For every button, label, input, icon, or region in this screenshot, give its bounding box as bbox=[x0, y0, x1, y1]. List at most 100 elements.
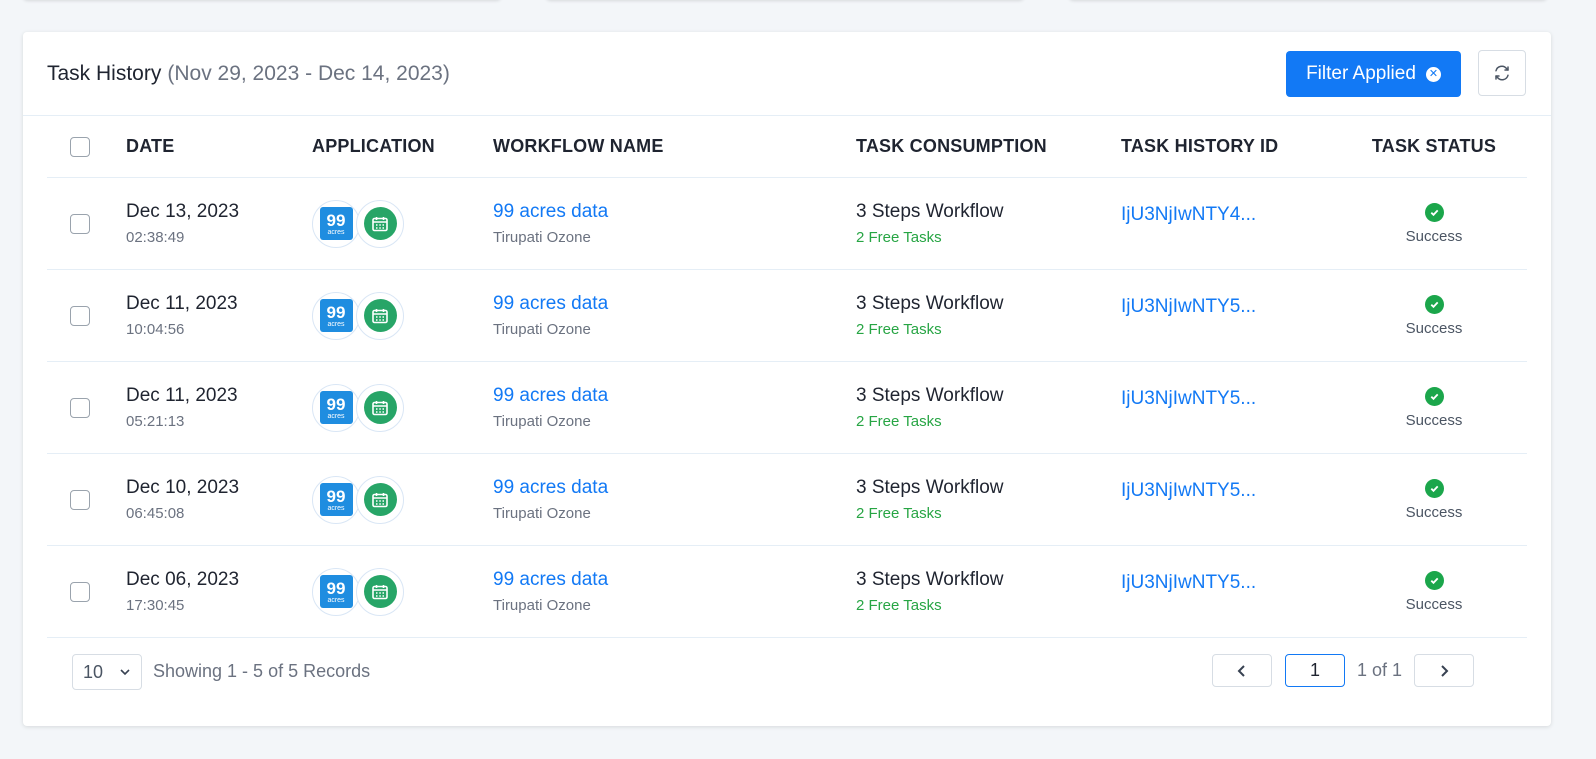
row-date: Dec 11, 2023 bbox=[126, 293, 238, 314]
next-page-button[interactable] bbox=[1414, 654, 1474, 687]
status-badge: Success bbox=[1405, 411, 1463, 429]
application-cell: 99 acres bbox=[312, 475, 493, 524]
success-check-icon bbox=[1424, 294, 1444, 314]
app-icon-99acres: 99 acres bbox=[312, 567, 360, 616]
workflow-subtitle: Tirupati Ozone bbox=[493, 505, 591, 522]
table-row[interactable]: Dec 10, 2023 06:45:08 99 acres 99 acres … bbox=[47, 454, 1527, 546]
date-cell: Dec 11, 2023 10:04:56 bbox=[126, 293, 312, 338]
table-row[interactable]: Dec 11, 2023 05:21:13 99 acres 99 acres … bbox=[47, 362, 1527, 454]
workflow-name-link[interactable]: 99 acres data bbox=[493, 293, 856, 315]
page-size-select[interactable]: 10 bbox=[72, 654, 142, 690]
task-history-id-link[interactable]: IjU3NjIwNTY5... bbox=[1121, 480, 1341, 502]
app-icon-99acres-text: acres bbox=[327, 412, 345, 420]
app-icon-99acres-text: acres bbox=[327, 228, 345, 236]
column-task-consumption[interactable]: TASK CONSUMPTION bbox=[856, 136, 1121, 157]
date-range: (Nov 29, 2023 - Dec 14, 2023) bbox=[167, 61, 450, 85]
chevron-left-icon bbox=[1237, 664, 1245, 677]
success-check-icon bbox=[1424, 570, 1444, 590]
column-date[interactable]: DATE bbox=[126, 136, 312, 157]
history-id-cell: IjU3NjIwNTY5... bbox=[1121, 480, 1341, 502]
calendar-app-icon bbox=[356, 291, 404, 340]
success-check-icon bbox=[1424, 202, 1444, 222]
row-date: Dec 10, 2023 bbox=[126, 477, 240, 498]
task-history-card: Task History (Nov 29, 2023 - Dec 14, 2023… bbox=[23, 32, 1551, 726]
column-application[interactable]: APPLICATION bbox=[312, 136, 493, 157]
calendar-icon bbox=[372, 216, 388, 231]
card-header: Task History (Nov 29, 2023 - Dec 14, 2023… bbox=[23, 32, 1551, 116]
calendar-icon bbox=[372, 400, 388, 415]
success-check-icon bbox=[1424, 386, 1444, 406]
row-checkbox[interactable] bbox=[70, 489, 90, 510]
workflow-name-link[interactable]: 99 acres data bbox=[493, 477, 856, 499]
task-history-id-link[interactable]: IjU3NjIwNTY5... bbox=[1121, 388, 1341, 410]
calendar-app-icon bbox=[356, 199, 404, 248]
row-checkbox[interactable] bbox=[70, 397, 90, 418]
close-icon[interactable]: ✕ bbox=[1425, 66, 1441, 82]
consumption-cell: 3 Steps Workflow 2 Free Tasks bbox=[856, 385, 1121, 430]
workflow-name-link[interactable]: 99 acres data bbox=[493, 569, 856, 591]
consumption-steps: 3 Steps Workflow bbox=[856, 569, 1004, 590]
calendar-app-icon bbox=[356, 475, 404, 524]
consumption-cell: 3 Steps Workflow 2 Free Tasks bbox=[856, 477, 1121, 522]
status-cell: Success bbox=[1341, 570, 1527, 613]
app-icon-99acres-text: acres bbox=[327, 596, 345, 604]
table-row[interactable]: Dec 11, 2023 10:04:56 99 acres 99 acres … bbox=[47, 270, 1527, 362]
app-icon-99acres-number: 99 bbox=[326, 578, 346, 598]
workflow-cell: 99 acres data Tirupati Ozone bbox=[493, 385, 856, 430]
workflow-subtitle: Tirupati Ozone bbox=[493, 597, 591, 614]
consumption-steps: 3 Steps Workflow bbox=[856, 293, 1004, 314]
table-row[interactable]: Dec 13, 2023 02:38:49 99 acres 99 acres … bbox=[47, 178, 1527, 270]
date-cell: Dec 13, 2023 02:38:49 bbox=[126, 201, 312, 246]
consumption-cell: 3 Steps Workflow 2 Free Tasks bbox=[856, 293, 1121, 338]
task-history-table: DATE APPLICATION WORKFLOW NAME TASK CONS… bbox=[47, 116, 1527, 638]
task-history-id-link[interactable]: IjU3NjIwNTY4... bbox=[1121, 204, 1341, 226]
top-cards-edge bbox=[0, 0, 1596, 14]
row-date: Dec 11, 2023 bbox=[126, 385, 238, 406]
refresh-icon bbox=[1495, 65, 1509, 81]
calendar-icon bbox=[372, 492, 388, 507]
status-badge: Success bbox=[1405, 227, 1463, 245]
workflow-cell: 99 acres data Tirupati Ozone bbox=[493, 569, 856, 614]
page-title: Task History (Nov 29, 2023 - Dec 14, 2023… bbox=[47, 62, 450, 86]
consumption-steps: 3 Steps Workflow bbox=[856, 477, 1004, 498]
table-row[interactable]: Dec 06, 2023 17:30:45 99 acres 99 acres … bbox=[47, 546, 1527, 638]
select-all-checkbox[interactable] bbox=[70, 136, 90, 157]
row-time: 05:21:13 bbox=[126, 413, 185, 430]
row-checkbox[interactable] bbox=[70, 581, 90, 602]
workflow-name-link[interactable]: 99 acres data bbox=[493, 201, 856, 223]
column-task-history-id[interactable]: TASK HISTORY ID bbox=[1121, 136, 1341, 157]
task-history-id-link[interactable]: IjU3NjIwNTY5... bbox=[1121, 296, 1341, 318]
previous-page-button[interactable] bbox=[1212, 654, 1272, 687]
row-date: Dec 13, 2023 bbox=[126, 201, 240, 222]
app-icon-99acres-text: acres bbox=[327, 504, 345, 512]
app-icon-99acres-number: 99 bbox=[326, 394, 346, 414]
row-checkbox[interactable] bbox=[70, 305, 90, 326]
row-time: 17:30:45 bbox=[126, 597, 185, 614]
task-history-id-link[interactable]: IjU3NjIwNTY5... bbox=[1121, 572, 1341, 594]
application-cell: 99 acres bbox=[312, 383, 493, 432]
calendar-icon bbox=[372, 308, 388, 323]
current-page-input[interactable] bbox=[1285, 654, 1345, 687]
history-id-cell: IjU3NjIwNTY5... bbox=[1121, 296, 1341, 318]
chevron-right-icon bbox=[1441, 664, 1449, 677]
app-icon-99acres: 99 acres bbox=[312, 383, 360, 432]
date-cell: Dec 06, 2023 17:30:45 bbox=[126, 569, 312, 614]
row-time: 10:04:56 bbox=[126, 321, 185, 338]
workflow-name-link[interactable]: 99 acres data bbox=[493, 385, 856, 407]
status-cell: Success bbox=[1341, 294, 1527, 337]
row-checkbox[interactable] bbox=[70, 213, 90, 234]
calendar-app-icon bbox=[356, 567, 404, 616]
status-badge: Success bbox=[1405, 595, 1463, 613]
status-badge: Success bbox=[1405, 503, 1463, 521]
filter-applied-button[interactable]: Filter Applied ✕ bbox=[1286, 51, 1461, 97]
page-size-value: 10 bbox=[83, 661, 104, 682]
app-icon-99acres: 99 acres bbox=[312, 291, 360, 340]
app-icon-99acres: 99 acres bbox=[312, 199, 360, 248]
column-task-status[interactable]: TASK STATUS bbox=[1341, 136, 1527, 157]
workflow-cell: 99 acres data Tirupati Ozone bbox=[493, 293, 856, 338]
refresh-button[interactable] bbox=[1478, 50, 1526, 96]
application-cell: 99 acres bbox=[312, 199, 493, 248]
column-workflow-name[interactable]: WORKFLOW NAME bbox=[493, 136, 856, 157]
app-icon-99acres-text: acres bbox=[327, 320, 345, 328]
app-icon-99acres-number: 99 bbox=[326, 302, 346, 322]
